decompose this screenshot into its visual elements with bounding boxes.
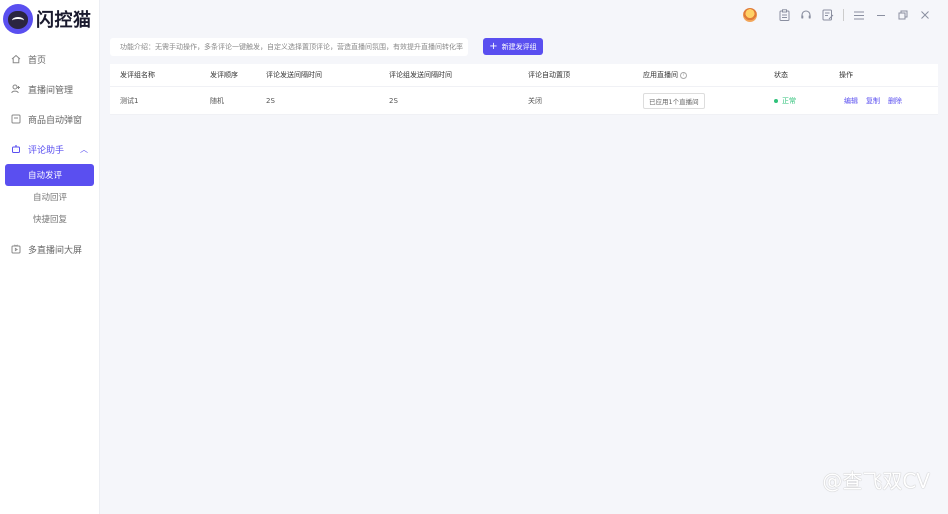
sidebar-item-label: 首页 bbox=[28, 55, 47, 66]
table-row: 测试1 随机 2S 2S 关闭 已应用1个直播间 正常 编辑 复制 删除 bbox=[110, 87, 938, 115]
sidebar-item-label: 直播间管理 bbox=[28, 85, 74, 96]
title-bar bbox=[743, 6, 932, 24]
edit-note-icon[interactable] bbox=[821, 8, 835, 22]
col-header: 发评组名称 bbox=[120, 71, 155, 79]
sidebar-item-multi-screen[interactable]: 多直播间大屏 bbox=[0, 234, 100, 264]
table-header: 发评组名称 发评顺序 评论发送间隔时间 评论组发送间隔时间 评论自动置顶 应用直… bbox=[110, 64, 938, 87]
watermark: @查飞双CV bbox=[822, 469, 930, 493]
sidebar-item-label: 评论助手 bbox=[28, 145, 65, 156]
sidebar-item-label: 商品自动弹窗 bbox=[28, 115, 83, 126]
user-manage-icon bbox=[10, 84, 21, 95]
applied-live-rooms-tag[interactable]: 已应用1个直播间 bbox=[643, 92, 705, 109]
delete-link[interactable]: 删除 bbox=[888, 96, 902, 106]
col-header: 评论发送间隔时间 bbox=[266, 71, 322, 79]
sidebar-item-comment-assistant[interactable]: 评论助手 ︿ bbox=[0, 134, 100, 164]
sidebar-subitem-auto-reply[interactable]: 自动回评 bbox=[5, 186, 94, 208]
col-header: 发评顺序 bbox=[210, 71, 238, 79]
info-icon[interactable]: ? bbox=[680, 71, 687, 79]
auto-pin: 关闭 bbox=[528, 96, 542, 105]
col-header: 操作 bbox=[839, 71, 853, 79]
sidebar-item-home[interactable]: 首页 bbox=[0, 44, 100, 74]
comment-group-table: 发评组名称 发评顺序 评论发送间隔时间 评论组发送间隔时间 评论自动置顶 应用直… bbox=[110, 64, 938, 115]
comment-order: 随机 bbox=[210, 96, 224, 105]
col-header-applied: 应用直播间 ? bbox=[643, 64, 687, 86]
plus-icon: + bbox=[489, 40, 498, 52]
status-badge: 正常 bbox=[774, 87, 796, 114]
robot-icon bbox=[10, 144, 21, 155]
applied-cell: 已应用1个直播间 bbox=[643, 87, 705, 114]
new-comment-group-button[interactable]: + 新建发评组 bbox=[483, 38, 543, 55]
comment-interval: 2S bbox=[266, 96, 275, 105]
restore-icon[interactable] bbox=[896, 8, 910, 22]
feature-intro: 功能介绍：无需手动操作，多条评论一键触发，自定义选择置顶评论，营造直播间氛围，有… bbox=[110, 38, 468, 56]
group-name: 测试1 bbox=[120, 96, 139, 105]
divider bbox=[843, 9, 844, 21]
col-header: 评论自动置顶 bbox=[528, 71, 570, 79]
chevron-up-icon[interactable]: ︿ bbox=[80, 144, 88, 155]
clipboard-icon[interactable] bbox=[777, 8, 791, 22]
sidebar-item-label: 多直播间大屏 bbox=[28, 245, 83, 256]
group-interval: 2S bbox=[389, 96, 398, 105]
status-dot bbox=[774, 98, 778, 103]
copy-link[interactable]: 复制 bbox=[866, 96, 880, 106]
row-actions: 编辑 复制 删除 bbox=[844, 87, 910, 114]
minimize-icon[interactable] bbox=[874, 8, 888, 22]
app-logo: 闪控猫 bbox=[3, 4, 92, 34]
headset-icon[interactable] bbox=[799, 8, 813, 22]
screen-icon bbox=[10, 244, 21, 255]
avatar[interactable] bbox=[743, 8, 757, 22]
sidebar-item-product-popup[interactable]: 商品自动弹窗 bbox=[0, 104, 100, 134]
sidebar-item-live-room[interactable]: 直播间管理 bbox=[0, 74, 100, 104]
edit-link[interactable]: 编辑 bbox=[844, 96, 858, 106]
sidebar: 闪控猫 首页 直播间管理 商品自动弹窗 评论助手 ︿ 自动发评 自动回评 快捷回… bbox=[0, 0, 100, 514]
close-icon[interactable] bbox=[918, 8, 932, 22]
sidebar-nav: 首页 直播间管理 商品自动弹窗 评论助手 ︿ 自动发评 自动回评 快捷回复 多直… bbox=[0, 44, 100, 264]
logo-text: 闪控猫 bbox=[36, 10, 92, 31]
menu-icon[interactable] bbox=[852, 8, 866, 22]
popup-icon bbox=[10, 114, 21, 125]
sidebar-subitem-auto-comment[interactable]: 自动发评 bbox=[5, 164, 94, 186]
cat-logo-icon bbox=[3, 4, 33, 34]
col-header: 评论组发送间隔时间 bbox=[389, 71, 452, 79]
home-icon bbox=[10, 54, 21, 65]
sidebar-subitem-quick-reply[interactable]: 快捷回复 bbox=[5, 208, 94, 230]
col-header: 状态 bbox=[774, 71, 788, 79]
